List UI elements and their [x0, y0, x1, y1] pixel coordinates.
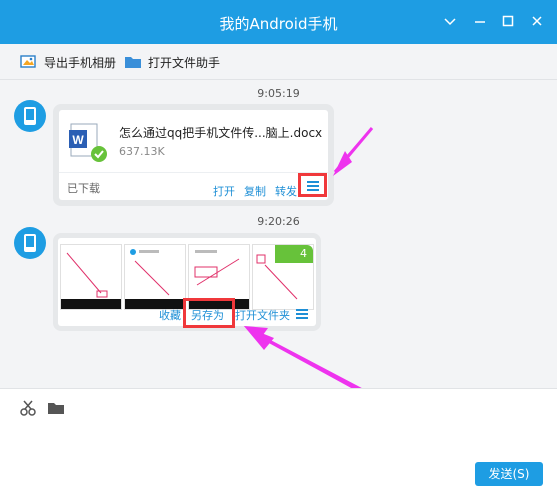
toolbar: 导出手机相册 打开文件助手	[0, 44, 557, 80]
restore-icon[interactable]	[441, 12, 459, 30]
highlight-box-save-as	[183, 298, 235, 328]
folder-icon[interactable]	[47, 400, 65, 416]
image-thumbnail[interactable]	[124, 244, 186, 310]
word-icon: W	[69, 123, 107, 162]
minimize-icon[interactable]	[471, 12, 489, 30]
export-album-button[interactable]: 导出手机相册	[20, 52, 116, 72]
file-message-bubble: W 怎么通过qq把手机文件传...脑上.docx 637.13K 已下载 打开 …	[53, 104, 334, 206]
more-menu-icon[interactable]	[305, 180, 321, 192]
send-button[interactable]: 发送(S)	[475, 462, 543, 486]
svg-text:W: W	[72, 133, 84, 147]
title-bar: 我的Android手机	[0, 0, 557, 44]
open-file-assistant-label: 打开文件助手	[148, 55, 221, 70]
image-thumbnail[interactable]: 4	[252, 244, 314, 310]
message-timestamp: 9:05:19	[257, 87, 300, 100]
download-status: 已下载	[67, 182, 100, 195]
forward-file-link[interactable]: 转发	[275, 183, 297, 199]
file-card[interactable]: W 怎么通过qq把手机文件传...脑上.docx 637.13K 已下载 打开 …	[59, 110, 328, 200]
image-thumbnail[interactable]	[60, 244, 122, 310]
open-file-assistant-button[interactable]: 打开文件助手	[124, 52, 220, 72]
copy-file-link[interactable]: 复制	[244, 183, 266, 199]
scissors-icon[interactable]	[19, 399, 37, 417]
phone-avatar-icon	[14, 227, 46, 259]
phone-avatar-icon	[14, 100, 46, 132]
more-menu-icon[interactable]	[294, 308, 310, 320]
open-file-link[interactable]: 打开	[213, 183, 235, 199]
close-icon[interactable]	[528, 12, 546, 30]
open-folder-link[interactable]: 打开文件夹	[235, 307, 290, 323]
maximize-icon[interactable]	[499, 12, 517, 30]
folder-icon	[125, 57, 141, 68]
photo-album-icon	[20, 55, 36, 68]
file-name: 怎么通过qq把手机文件传...脑上.docx	[119, 126, 323, 140]
file-size: 637.13K	[119, 145, 165, 158]
message-input-area[interactable]	[0, 388, 557, 500]
favorite-image-link[interactable]: 收藏	[159, 307, 181, 323]
export-album-label: 导出手机相册	[44, 55, 117, 70]
card-divider	[59, 172, 328, 173]
message-timestamp: 9:20:26	[257, 215, 300, 228]
image-count-badge: 4	[275, 245, 313, 263]
chat-history[interactable]: 9:05:19 W 怎么通过qq把手机文件传...脑上.docx 637.13K…	[0, 80, 557, 388]
